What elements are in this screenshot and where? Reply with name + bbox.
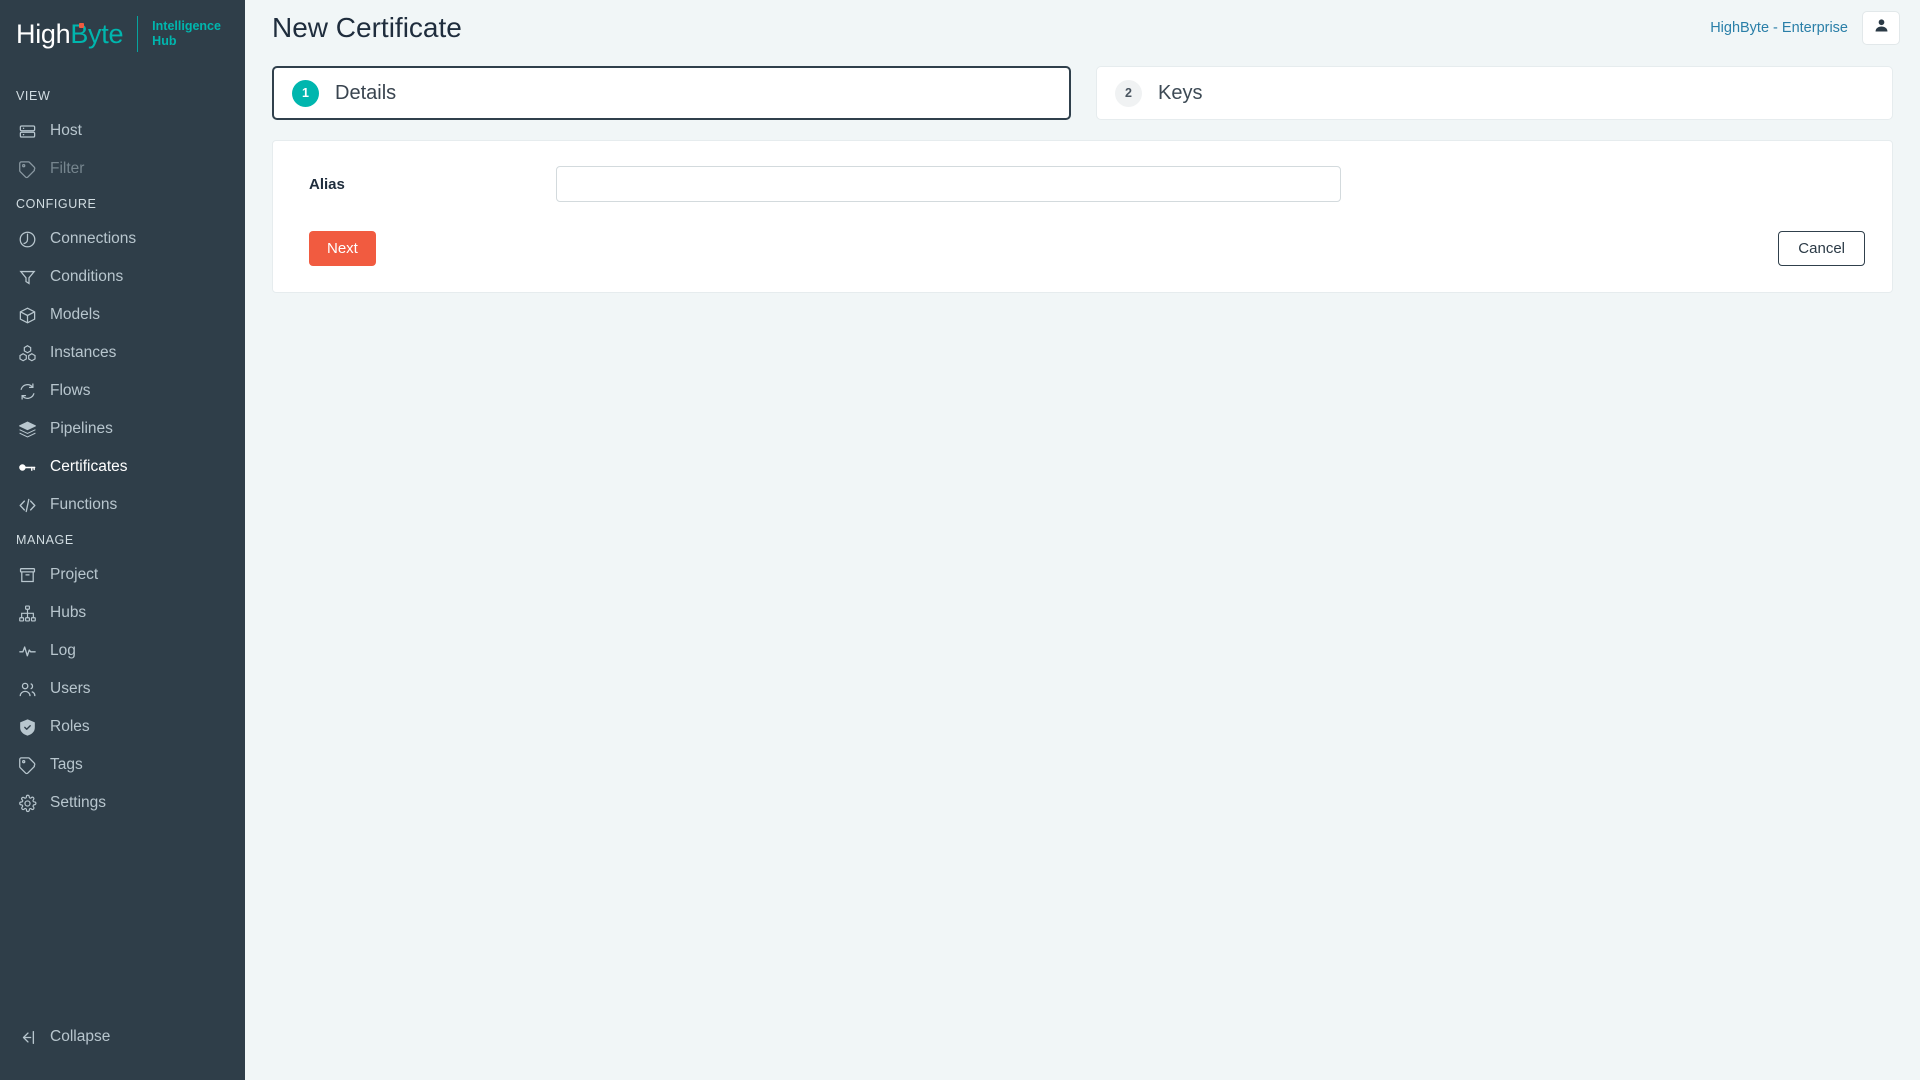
sidebar-nav: VIEW Host Filter CONFIGURE Connections C… [0, 68, 245, 1014]
sidebar-item-label: Settings [50, 794, 107, 811]
sidebar-item-log[interactable]: Log [0, 632, 245, 670]
alias-input[interactable] [556, 166, 1341, 202]
sidebar-item-pipelines[interactable]: Pipelines [0, 410, 245, 448]
logo-divider [137, 16, 139, 52]
refresh-icon [17, 381, 37, 401]
sidebar-item-label: Host [50, 122, 82, 139]
logo-subtitle: Intelligence Hub [152, 19, 221, 49]
plug-icon [17, 229, 37, 249]
sidebar-item-instances[interactable]: Instances [0, 334, 245, 372]
sidebar-item-functions[interactable]: Functions [0, 486, 245, 524]
sidebar-section-view: VIEW [16, 89, 51, 103]
app-logo[interactable]: HighByte Intelligence Hub [0, 0, 245, 68]
key-icon [17, 457, 37, 477]
sidebar-item-label: Connections [50, 230, 137, 247]
box-icon [17, 305, 37, 325]
sidebar: HighByte Intelligence Hub VIEW Host Filt… [0, 0, 245, 1080]
form-actions: Next Cancel [291, 231, 1865, 266]
cancel-button[interactable]: Cancel [1778, 231, 1865, 266]
sidebar-item-label: Models [50, 306, 100, 323]
step-number-badge: 1 [292, 79, 319, 107]
wizard-steps: 1 Details 2 Keys [272, 66, 1893, 120]
funnel-icon [17, 267, 37, 287]
sidebar-item-certificates[interactable]: Certificates [0, 448, 245, 486]
logo-text-high: High [16, 18, 71, 49]
sidebar-item-label: Certificates [50, 458, 128, 475]
sidebar-item-settings[interactable]: Settings [0, 784, 245, 822]
page-title: New Certificate [272, 12, 462, 43]
next-button[interactable]: Next [309, 231, 376, 266]
sidebar-item-label: Roles [50, 718, 90, 735]
logo-dot-icon [79, 22, 84, 28]
sidebar-item-models[interactable]: Models [0, 296, 245, 334]
sidebar-section-configure: CONFIGURE [16, 197, 97, 211]
sidebar-item-label: Hubs [50, 604, 87, 621]
sidebar-item-label: Tags [50, 756, 83, 773]
sidebar-item-label: Pipelines [50, 420, 113, 437]
step-label: Details [335, 81, 397, 104]
collapse-left-icon [17, 1027, 37, 1047]
sidebar-item-label: Filter [50, 160, 85, 177]
sidebar-item-label: Functions [50, 496, 118, 513]
sidebar-item-host[interactable]: Host [0, 112, 245, 150]
main-content: New Certificate HighByte - Enterprise 1 [245, 0, 1920, 1080]
sidebar-item-label: Conditions [50, 268, 124, 285]
cubes-icon [17, 343, 37, 363]
topbar-right: HighByte - Enterprise [1710, 11, 1900, 45]
server-icon [17, 121, 37, 141]
sidebar-collapse-button[interactable]: Collapse [0, 1014, 245, 1060]
sidebar-item-conditions[interactable]: Conditions [0, 258, 245, 296]
sidebar-item-label: Log [50, 642, 76, 659]
sidebar-item-tags[interactable]: Tags [0, 746, 245, 784]
wizard-step-keys[interactable]: 2 Keys [1096, 66, 1893, 120]
topbar: New Certificate HighByte - Enterprise [245, 0, 1920, 56]
sidebar-item-connections[interactable]: Connections [0, 220, 245, 258]
users-icon [17, 679, 37, 699]
user-menu-button[interactable] [1862, 11, 1900, 45]
details-form-card: Alias Next Cancel [272, 140, 1893, 293]
tag-icon [17, 755, 37, 775]
sidebar-item-roles[interactable]: Roles [0, 708, 245, 746]
wizard-step-details[interactable]: 1 Details [272, 66, 1071, 120]
sitemap-icon [17, 603, 37, 623]
step-number-badge: 2 [1115, 79, 1142, 107]
sidebar-item-project[interactable]: Project [0, 556, 245, 594]
sidebar-collapse-label: Collapse [50, 1028, 111, 1045]
sidebar-item-users[interactable]: Users [0, 670, 245, 708]
alias-label: Alias [309, 175, 345, 193]
sidebar-item-label: Flows [50, 382, 91, 399]
archive-icon [17, 565, 37, 585]
code-icon [17, 495, 37, 515]
sidebar-section-manage: MANAGE [16, 533, 74, 547]
activity-icon [17, 641, 37, 661]
tag-icon [17, 159, 37, 179]
step-label: Keys [1158, 81, 1203, 104]
sidebar-item-flows[interactable]: Flows [0, 372, 245, 410]
layers-icon [17, 419, 37, 439]
sidebar-item-filter: Filter [0, 150, 245, 188]
sidebar-item-label: Project [50, 566, 99, 583]
shield-check-icon [17, 717, 37, 737]
content-area: 1 Details 2 Keys Alias Next Cancel [245, 56, 1920, 293]
tenant-label: HighByte - Enterprise [1710, 20, 1848, 36]
app-root: HighByte Intelligence Hub VIEW Host Filt… [0, 0, 1920, 1080]
form-row-alias: Alias [291, 163, 1865, 205]
sidebar-item-hubs[interactable]: Hubs [0, 594, 245, 632]
user-icon [1873, 17, 1890, 39]
sidebar-item-label: Users [50, 680, 91, 697]
logo-subtitle-line2: Hub [152, 34, 177, 48]
sidebar-item-label: Instances [50, 344, 117, 361]
logo-wordmark: HighByte [16, 19, 123, 50]
logo-subtitle-line1: Intelligence [152, 19, 221, 33]
gear-icon [17, 793, 37, 813]
